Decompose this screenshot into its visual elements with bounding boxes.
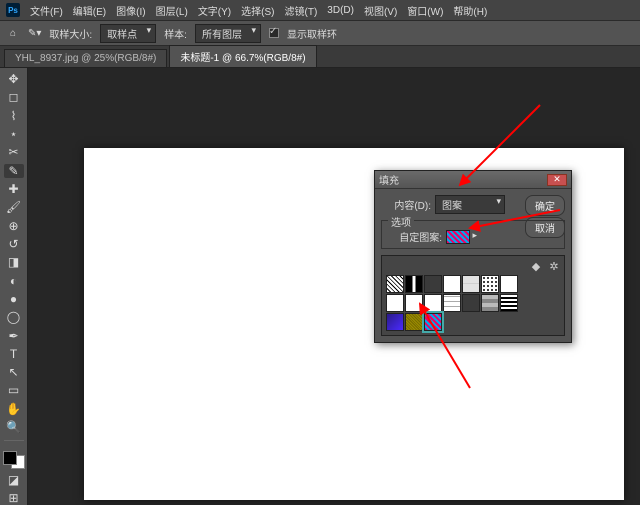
new-pattern-icon[interactable]: ◆ bbox=[530, 260, 542, 272]
heal-tool[interactable]: ✚ bbox=[4, 182, 24, 196]
menu-help[interactable]: 帮助(H) bbox=[453, 3, 487, 18]
pattern-item[interactable] bbox=[405, 275, 423, 293]
wand-tool[interactable]: ⋆ bbox=[4, 127, 24, 141]
zoom-tool[interactable]: 🔍 bbox=[4, 420, 24, 434]
pattern-item[interactable] bbox=[386, 313, 404, 331]
marquee-tool[interactable]: ◻ bbox=[4, 90, 24, 104]
fill-dialog: 填充 ✕ 确定 取消 内容(D): 图案 选项 自定图案: ◆ ✲ bbox=[374, 170, 572, 343]
eyedropper-tool[interactable]: ✎ bbox=[4, 164, 24, 178]
home-icon[interactable]: ⌂ bbox=[6, 26, 20, 40]
tab-doc-1[interactable]: YHL_8937.jpg @ 25%(RGB/8#) bbox=[4, 49, 167, 67]
pattern-item[interactable] bbox=[481, 275, 499, 293]
ok-button[interactable]: 确定 bbox=[525, 195, 565, 216]
shape-tool[interactable]: ▭ bbox=[4, 383, 24, 397]
dodge-tool[interactable]: ◯ bbox=[4, 310, 24, 324]
hand-tool[interactable]: ✋ bbox=[4, 402, 24, 416]
foreground-color[interactable] bbox=[3, 451, 17, 465]
sample-size-label: 取样大小: bbox=[49, 26, 92, 41]
pattern-item[interactable] bbox=[405, 294, 423, 312]
screen-mode[interactable]: ⊞ bbox=[4, 491, 24, 505]
show-ring-checkbox[interactable] bbox=[269, 28, 279, 38]
tools-panel: ✥ ◻ ⌇ ⋆ ✂ ✎ ✚ 🖌 ⊕ ↺ ◨ ◐ ● ◯ ✒ T ↖ ▭ ✋ 🔍 … bbox=[0, 68, 28, 505]
pattern-item[interactable] bbox=[424, 275, 442, 293]
eraser-tool[interactable]: ◨ bbox=[4, 255, 24, 269]
pattern-item[interactable] bbox=[481, 294, 499, 312]
path-tool[interactable]: ↖ bbox=[4, 365, 24, 379]
custom-pattern-label: 自定图案: bbox=[386, 229, 442, 244]
menu-window[interactable]: 窗口(W) bbox=[407, 3, 443, 18]
pattern-item[interactable] bbox=[443, 275, 461, 293]
pattern-item[interactable] bbox=[462, 294, 480, 312]
menu-view[interactable]: 视图(V) bbox=[364, 3, 397, 18]
move-tool[interactable]: ✥ bbox=[4, 72, 24, 86]
pattern-item[interactable] bbox=[500, 275, 518, 293]
menu-type[interactable]: 文字(Y) bbox=[198, 3, 231, 18]
blur-tool[interactable]: ● bbox=[4, 292, 24, 306]
menu-layer[interactable]: 图层(L) bbox=[156, 3, 188, 18]
color-swatches[interactable] bbox=[3, 451, 25, 468]
stamp-tool[interactable]: ⊕ bbox=[4, 219, 24, 233]
pattern-picker: ◆ ✲ bbox=[381, 255, 565, 336]
mask-mode[interactable]: ◪ bbox=[4, 473, 24, 487]
brush-tool[interactable]: 🖌 bbox=[4, 200, 24, 214]
pattern-item[interactable] bbox=[405, 313, 423, 331]
pattern-swatch-dropdown[interactable] bbox=[446, 230, 470, 244]
lasso-tool[interactable]: ⌇ bbox=[4, 109, 24, 123]
menu-bar: Ps 文件(F) 编辑(E) 图像(I) 图层(L) 文字(Y) 选择(S) 滤… bbox=[0, 0, 640, 20]
menu-file[interactable]: 文件(F) bbox=[30, 3, 63, 18]
history-tool[interactable]: ↺ bbox=[4, 237, 24, 251]
options-legend: 选项 bbox=[388, 214, 414, 229]
pattern-item-selected[interactable] bbox=[424, 313, 442, 331]
gradient-tool[interactable]: ◐ bbox=[4, 273, 24, 287]
sample-dropdown[interactable]: 所有图层 bbox=[195, 24, 261, 43]
pattern-item[interactable] bbox=[500, 294, 518, 312]
pattern-item[interactable] bbox=[386, 275, 404, 293]
document-tabs: YHL_8937.jpg @ 25%(RGB/8#) 未标题-1 @ 66.7%… bbox=[0, 46, 640, 68]
options-bar: ⌂ ✎▾ 取样大小: 取样点 样本: 所有图层 显示取样环 bbox=[0, 20, 640, 46]
content-label: 内容(D): bbox=[381, 197, 431, 212]
crop-tool[interactable]: ✂ bbox=[4, 145, 24, 159]
pattern-item[interactable] bbox=[424, 294, 442, 312]
gear-icon[interactable]: ✲ bbox=[548, 260, 560, 272]
separator bbox=[4, 440, 24, 441]
sample-label: 样本: bbox=[164, 26, 187, 41]
type-tool[interactable]: T bbox=[4, 347, 24, 361]
pattern-item[interactable] bbox=[443, 294, 461, 312]
dialog-titlebar[interactable]: 填充 ✕ bbox=[375, 171, 571, 189]
content-dropdown[interactable]: 图案 bbox=[435, 195, 505, 214]
dialog-title: 填充 bbox=[379, 172, 399, 187]
pattern-grid bbox=[386, 275, 560, 331]
close-icon[interactable]: ✕ bbox=[547, 174, 567, 186]
pattern-item[interactable] bbox=[386, 294, 404, 312]
pen-tool[interactable]: ✒ bbox=[4, 328, 24, 342]
options-group: 选项 自定图案: bbox=[381, 220, 565, 249]
menu-3d[interactable]: 3D(D) bbox=[327, 5, 354, 16]
app-logo: Ps bbox=[6, 3, 20, 17]
menu-select[interactable]: 选择(S) bbox=[241, 3, 274, 18]
show-ring-label: 显示取样环 bbox=[287, 26, 337, 41]
menu-image[interactable]: 图像(I) bbox=[116, 3, 145, 18]
menu-filter[interactable]: 滤镜(T) bbox=[285, 3, 318, 18]
sample-size-dropdown[interactable]: 取样点 bbox=[100, 24, 156, 43]
menu-edit[interactable]: 编辑(E) bbox=[73, 3, 106, 18]
tab-doc-2[interactable]: 未标题-1 @ 66.7%(RGB/8#) bbox=[169, 45, 316, 67]
pattern-item[interactable] bbox=[462, 275, 480, 293]
eyedropper-icon: ✎▾ bbox=[28, 28, 41, 39]
